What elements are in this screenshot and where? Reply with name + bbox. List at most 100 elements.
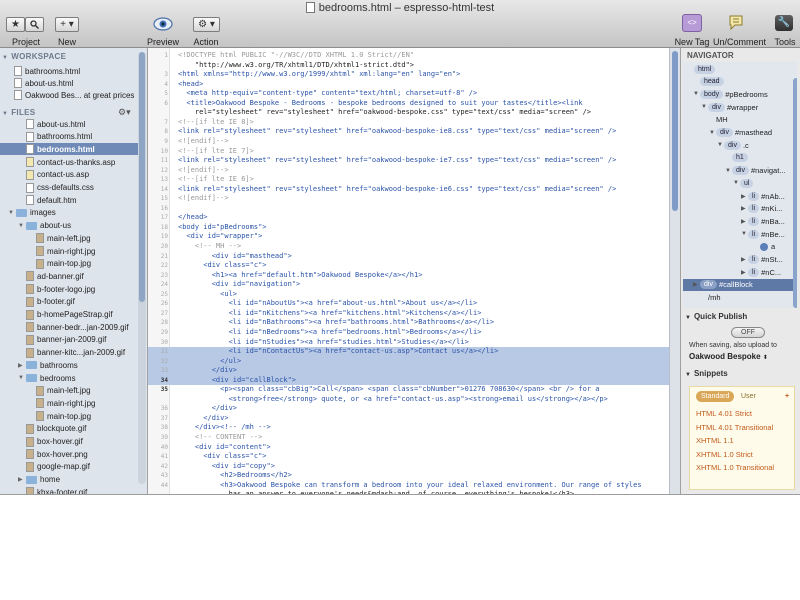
navigator-node[interactable]: h1 (683, 152, 793, 164)
file-item[interactable]: main-right.jpg (0, 397, 140, 409)
file-item[interactable]: default.htm (0, 194, 140, 206)
snippet-item[interactable]: HTML 4.01 Strict (696, 409, 752, 418)
code-line[interactable]: 16 (148, 204, 669, 214)
disclosure-open-icon[interactable]: ▼ (693, 91, 700, 97)
file-item[interactable]: b-homePageStrap.gif (0, 309, 140, 321)
code-line[interactable]: 44 <h3>Oakwood Bespoke can transform a b… (148, 481, 669, 491)
disclosure-closed-icon[interactable]: ▶ (741, 205, 748, 212)
code-line[interactable]: 38 </div><!-- /mh --> (148, 423, 669, 433)
quick-publish-header[interactable]: ▼ Quick Publish (685, 312, 747, 321)
file-item[interactable]: b-footer-logo.jpg (0, 283, 140, 295)
code-line[interactable]: 36 </div> (148, 404, 669, 414)
snippet-item[interactable]: XHTML 1.0 Strict (696, 450, 753, 459)
navigator-tree[interactable]: html head ▼ body #pBedrooms ▼ div #wrapper MH ▼ di… (683, 62, 797, 308)
preview-button[interactable] (153, 15, 173, 33)
quick-publish-site-select[interactable]: Oakwood Bespoke ⬍ (689, 352, 768, 361)
snippets-tab-user[interactable]: User (736, 391, 761, 402)
file-item[interactable]: main-right.jpg (0, 245, 140, 257)
file-item[interactable]: about-us.html (0, 118, 140, 130)
disclosure-open-icon[interactable]: ▼ (717, 142, 724, 148)
workspace-item[interactable]: bathrooms.html (14, 65, 154, 77)
code-line[interactable]: 6 <title>Oakwood Bespoke - Bedrooms - be… (148, 99, 669, 109)
navigator-node[interactable]: ▶ li #nC... (683, 266, 793, 278)
file-item[interactable]: banner-jan-2009.gif (0, 334, 140, 346)
file-item[interactable]: main-left.jpg (0, 385, 140, 397)
file-item[interactable]: box-hover.gif (0, 436, 140, 448)
file-item[interactable]: bathrooms.html (0, 131, 140, 143)
file-item[interactable]: b-footer.gif (0, 296, 140, 308)
editor-scrollbar[interactable] (669, 48, 680, 494)
file-item[interactable]: main-top.jpg (0, 258, 140, 270)
disclosure-closed-icon[interactable]: ▶ (741, 269, 748, 276)
tools-button[interactable]: 🔧 (775, 15, 793, 31)
code-editor[interactable]: 1 <!DOCTYPE html PUBLIC "-//W3C//DTD XHTM… (148, 48, 669, 494)
code-line[interactable]: 31 <li id="nContactUs"><a href="contact-… (148, 347, 669, 357)
navigator-node[interactable]: ▼ body #pBedrooms (683, 88, 793, 100)
code-line[interactable]: 10 <!--[if lte IE 7]> (148, 147, 669, 157)
code-line[interactable]: 7 <!--[if lte IE 8]> (148, 118, 669, 128)
code-line[interactable]: 25 <ul> (148, 290, 669, 300)
file-item[interactable]: google-map.gif (0, 461, 140, 473)
code-line[interactable]: 3 <html xmlns="http://www.w3.org/1999/xht… (148, 70, 669, 80)
workspace-item[interactable]: about-us.html (14, 77, 154, 89)
navigator-node[interactable]: ▶ li #nKi... (683, 203, 793, 215)
navigator-node[interactable]: ▶ li #nSt... (683, 254, 793, 266)
navigator-node[interactable]: a (683, 241, 793, 253)
code-line[interactable]: 23 <h1><a href="default.htm">Oakwood Bes… (148, 271, 669, 281)
navigator-node[interactable]: html (683, 63, 793, 75)
files-header[interactable]: ▼ FILES (2, 108, 35, 117)
file-item[interactable]: bedrooms.html (0, 143, 140, 156)
code-line[interactable]: 14 <link rel="stylesheet" rev="stylesheet… (148, 185, 669, 195)
disclosure-open-icon[interactable]: ▼ (701, 104, 708, 110)
file-item[interactable]: contact-us.asp (0, 169, 140, 181)
comment-icon[interactable] (728, 14, 746, 32)
disclosure-open-icon[interactable]: ▼ (725, 168, 732, 174)
code-line[interactable]: 8 <link rel="stylesheet" rev="stylesheet"… (148, 127, 669, 137)
disclosure-open-icon[interactable]: ▼ (18, 375, 26, 381)
code-line[interactable]: 26 <li id="nAboutUs"><a href="about-us.h… (148, 299, 669, 309)
code-line[interactable]: 5 <meta http-equiv="content-type" conten… (148, 89, 669, 99)
eye-icon[interactable] (153, 15, 173, 33)
new-tag-button[interactable]: <> (682, 14, 702, 32)
search-icon[interactable] (25, 17, 44, 32)
code-line[interactable]: 28 <li id="nBathrooms"><a href="bathroom… (148, 318, 669, 328)
code-line[interactable]: 20 <!-- MH --> (148, 242, 669, 252)
workspace-item[interactable]: Oakwood Bes... at great prices (14, 89, 154, 101)
snippet-item[interactable]: HTML 4.01 Transitional (696, 423, 773, 432)
code-line[interactable]: 24 <div id="navigation"> (148, 280, 669, 290)
disclosure-open-icon[interactable]: ▼ (18, 223, 26, 229)
new-button[interactable]: + ▾ (55, 17, 79, 32)
action-button[interactable]: ⚙ ▾ (193, 17, 220, 32)
code-line[interactable]: 13 <!--[if lte IE 6]> (148, 175, 669, 185)
gear-dropdown-icon[interactable]: ⚙ ▾ (193, 17, 220, 32)
disclosure-closed-icon[interactable]: ▶ (18, 476, 26, 483)
code-line[interactable]: 42 <div id="copy"> (148, 462, 669, 472)
code-line[interactable]: 17 </head> (148, 213, 669, 223)
editor-scroll-thumb[interactable] (672, 51, 678, 211)
code-line[interactable]: 12 <![endif]--> (148, 166, 669, 176)
disclosure-closed-icon[interactable]: ▶ (741, 256, 748, 263)
sidebar-scroll-thumb[interactable] (139, 52, 145, 302)
file-item[interactable]: main-left.jpg (0, 232, 140, 244)
plus-dropdown-icon[interactable]: + ▾ (55, 17, 79, 32)
code-line[interactable]: 27 <li id="nKitchens"><a href="kitchens.… (148, 309, 669, 319)
snippets-tab-standard[interactable]: Standard (696, 391, 735, 402)
snippets-header[interactable]: ▼ Snippets (685, 369, 728, 378)
add-snippet-button[interactable]: + (780, 391, 794, 402)
file-item[interactable]: box-hover.png (0, 448, 140, 460)
disclosure-closed-icon[interactable]: ▶ (741, 218, 748, 225)
project-button-group[interactable]: ★ (6, 17, 44, 32)
wrench-icon[interactable]: 🔧 (775, 15, 793, 31)
code-line[interactable]: 18 <body id="pBedrooms"> (148, 223, 669, 233)
file-item[interactable]: blockquote.gif (0, 423, 140, 435)
file-item[interactable]: banner-kitc...jan-2009.gif (0, 347, 140, 359)
code-line[interactable]: 9 <![endif]--> (148, 137, 669, 147)
navigator-node[interactable]: ▼ li #nBe... (683, 228, 793, 240)
file-item[interactable]: main-top.jpg (0, 410, 140, 422)
navigator-node[interactable]: MH (683, 114, 793, 126)
navigator-node[interactable]: ▼ div #wrapper (683, 101, 793, 113)
disclosure-open-icon[interactable]: ▼ (733, 180, 740, 186)
navigator-node[interactable]: ▼ ul (683, 177, 793, 189)
disclosure-open-icon[interactable]: ▼ (741, 231, 748, 237)
quick-publish-toggle[interactable]: OFF (731, 327, 765, 338)
